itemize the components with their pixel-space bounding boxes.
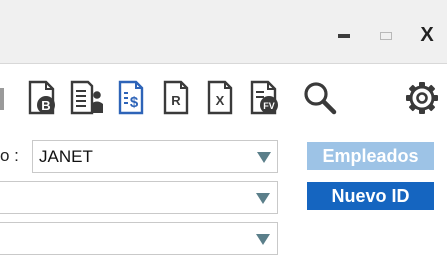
svg-text:R: R — [171, 93, 181, 108]
svg-text:B: B — [41, 98, 50, 113]
empleados-button[interactable]: Empleados — [307, 142, 434, 170]
svg-text:$: $ — [130, 94, 139, 111]
minimize-button[interactable] — [334, 24, 356, 46]
svg-text:X: X — [216, 93, 225, 108]
employee-name-dropdown[interactable]: JANET — [32, 140, 278, 173]
toolbar-edge — [0, 88, 4, 110]
chevron-down-icon[interactable] — [256, 234, 270, 245]
chevron-down-icon[interactable] — [257, 152, 271, 163]
document-x-icon[interactable]: X — [200, 78, 240, 118]
maximize-button[interactable] — [376, 24, 398, 46]
svg-text:FV: FV — [263, 101, 275, 111]
dropdown-field-2[interactable] — [0, 181, 278, 214]
document-b-icon[interactable]: B — [22, 78, 62, 118]
gear-icon[interactable] — [402, 78, 442, 118]
chevron-down-icon[interactable] — [256, 193, 270, 204]
document-r-icon[interactable]: R — [156, 78, 196, 118]
dropdown-field-3[interactable] — [0, 222, 278, 255]
field1-label: o : — [0, 146, 19, 165]
employee-document-icon[interactable] — [66, 78, 106, 118]
nuevo-id-button[interactable]: Nuevo ID — [307, 182, 434, 210]
document-fv-icon[interactable]: FV — [244, 78, 284, 118]
search-icon[interactable] — [300, 78, 340, 118]
window-titlebar: X — [0, 0, 447, 63]
close-button[interactable]: X — [416, 24, 438, 46]
employee-name-value: JANET — [39, 147, 93, 166]
document-dollar-icon[interactable]: $ — [111, 78, 151, 118]
